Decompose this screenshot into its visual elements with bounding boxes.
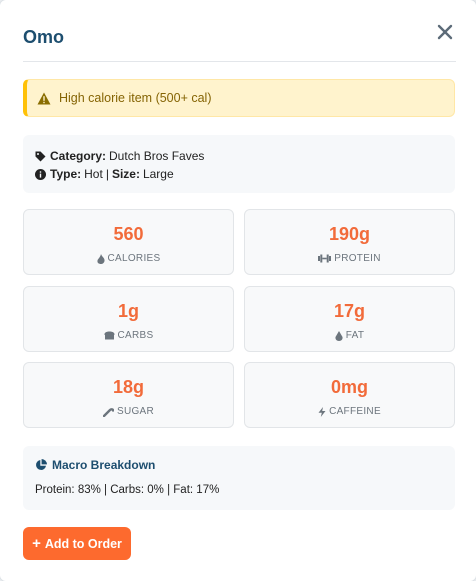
droplet-icon bbox=[335, 330, 343, 341]
protein-value: 190g bbox=[328, 224, 371, 244]
modal-header: Omo bbox=[23, 18, 456, 62]
modal-title: Omo bbox=[23, 27, 65, 47]
carbs-label-row: CARBS bbox=[24, 330, 233, 341]
sugar-card: 18g SUGAR bbox=[23, 362, 234, 428]
type-size-row: Type: Hot | Size: Large bbox=[35, 165, 455, 183]
info-circle-icon bbox=[35, 168, 46, 180]
fat-card: 17g FAT bbox=[244, 286, 455, 352]
category-value: Dutch Bros Faves bbox=[109, 149, 205, 163]
sugar-value: 18g bbox=[112, 377, 145, 397]
candy-cane-icon bbox=[102, 407, 114, 417]
tag-icon bbox=[35, 151, 46, 161]
add-to-order-button[interactable]: + Add to Order bbox=[23, 527, 131, 560]
dumbbell-icon bbox=[318, 254, 332, 263]
bolt-icon bbox=[318, 406, 326, 417]
carbs-label: CARBS bbox=[117, 330, 154, 341]
protein-card: 190g PROTEIN bbox=[244, 209, 455, 275]
protein-label: PROTEIN bbox=[334, 253, 381, 264]
item-info: Category: Dutch Bros Faves Type: Hot | S… bbox=[23, 135, 455, 193]
calories-card: 560 CALORIES bbox=[23, 209, 234, 275]
macro-title-row: Macro Breakdown bbox=[35, 458, 455, 472]
sugar-label-row: SUGAR bbox=[24, 406, 233, 417]
alert-text: High calorie item (500+ cal) bbox=[59, 91, 212, 105]
protein-label-row: PROTEIN bbox=[245, 253, 454, 264]
warning-triangle-icon bbox=[37, 92, 51, 104]
carbs-card: 1g CARBS bbox=[23, 286, 234, 352]
fire-icon bbox=[96, 253, 105, 264]
type-size-separator: | bbox=[105, 167, 109, 181]
size-value: Large bbox=[142, 167, 174, 181]
add-to-order-label: Add to Order bbox=[44, 536, 122, 551]
caffeine-card: 0mg CAFFEINE bbox=[244, 362, 455, 428]
macro-breakdown: Macro Breakdown Protein: 83% | Carbs: 0%… bbox=[23, 446, 455, 510]
pie-chart-icon bbox=[36, 459, 47, 470]
caffeine-value: 0mg bbox=[330, 377, 368, 397]
macro-text: Protein: 83% | Carbs: 0% | Fat: 17% bbox=[35, 484, 220, 496]
carbs-value: 1g bbox=[117, 301, 139, 321]
macro-title: Macro Breakdown bbox=[52, 458, 156, 472]
caffeine-label-row: CAFFEINE bbox=[245, 406, 454, 417]
size-label: Size: bbox=[111, 167, 140, 181]
category-row: Category: Dutch Bros Faves bbox=[35, 147, 455, 165]
type-label: Type: bbox=[50, 167, 82, 181]
close-button[interactable] bbox=[434, 21, 456, 43]
high-calorie-alert: High calorie item (500+ cal) bbox=[23, 79, 455, 117]
category-label: Category: bbox=[50, 149, 107, 163]
fat-value: 17g bbox=[333, 301, 366, 321]
calories-label-row: CALORIES bbox=[24, 253, 233, 264]
close-icon bbox=[437, 24, 453, 40]
caffeine-label: CAFFEINE bbox=[329, 406, 381, 417]
calories-value: 560 bbox=[113, 224, 144, 244]
type-value: Hot bbox=[84, 167, 103, 181]
calories-label: CALORIES bbox=[107, 253, 161, 264]
fat-label: FAT bbox=[345, 330, 365, 341]
fat-label-row: FAT bbox=[245, 330, 454, 341]
item-modal: Omo High calorie item (500+ cal) Categor… bbox=[0, 0, 476, 581]
plus-icon: + bbox=[32, 535, 41, 552]
sugar-label: SUGAR bbox=[116, 406, 155, 417]
bread-icon bbox=[104, 331, 115, 340]
